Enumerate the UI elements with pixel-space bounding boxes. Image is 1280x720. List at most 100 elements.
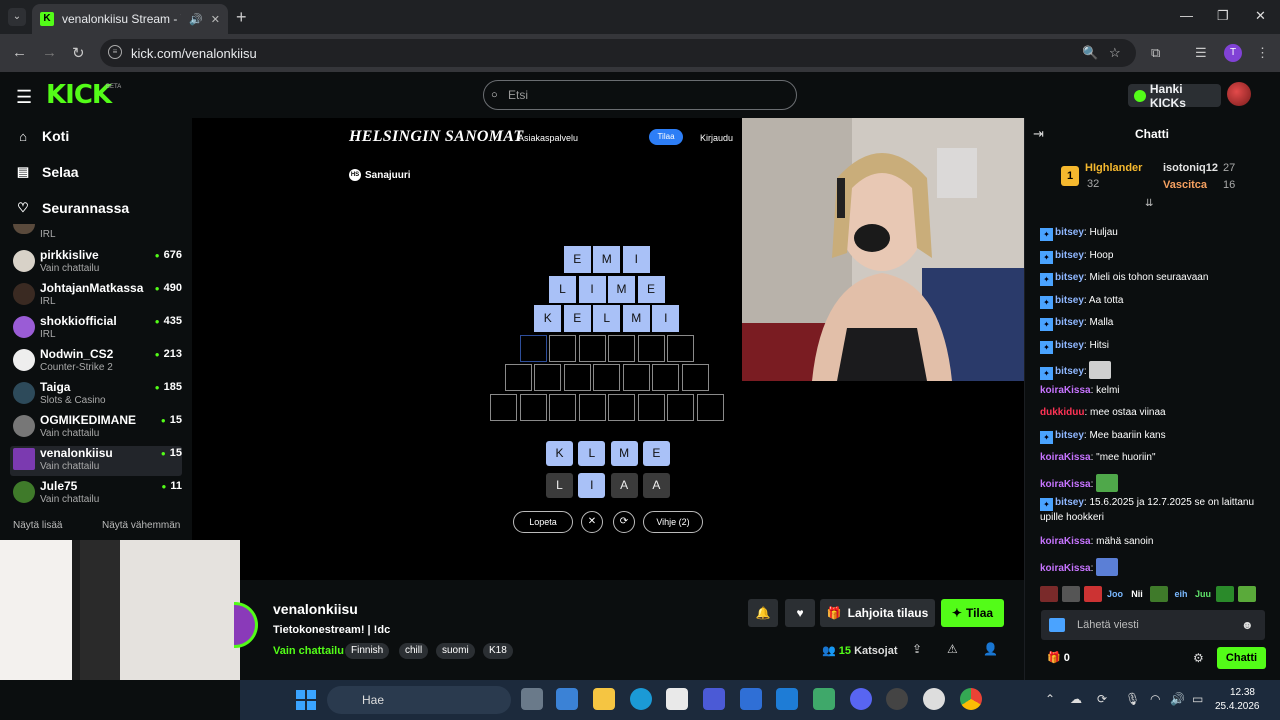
tab-search-icon[interactable]: ⌄	[8, 8, 26, 26]
zoom-icon[interactable]: 🔍	[1082, 45, 1098, 61]
stream-category[interactable]: Vain chattailu	[273, 645, 344, 657]
points-display[interactable]: 🎁 0	[1047, 651, 1070, 664]
reading-list-icon[interactable]: ☰	[1195, 45, 1207, 61]
emote-button[interactable]	[1150, 586, 1168, 602]
site-info-icon[interactable]: ≡	[108, 45, 122, 59]
emote-button[interactable]	[1216, 586, 1234, 602]
sidebar-item-seurannassa[interactable]: ♡ Seurannassa	[16, 200, 129, 216]
chat-username[interactable]: koiraKissa	[1040, 536, 1091, 547]
chat-username[interactable]: koiraKissa	[1040, 385, 1091, 396]
collapse-chat-icon[interactable]: ⇥	[1033, 126, 1044, 142]
streamer-avatar[interactable]	[234, 602, 258, 648]
wifi-icon[interactable]: ◠	[1150, 692, 1160, 706]
store-icon[interactable]	[666, 688, 688, 710]
hanki-kicks-button[interactable]: Hanki KICKs	[1128, 82, 1221, 110]
sidebar-channel[interactable]: JohtajanMatkassaIRL 490	[10, 281, 182, 311]
forward-icon[interactable]: →	[42, 44, 57, 61]
profile-avatar[interactable]: T	[1224, 44, 1242, 62]
streamer-name[interactable]: venalonkiisu	[273, 601, 358, 617]
extensions-icon[interactable]: ⧉	[1151, 45, 1160, 61]
tab-close-icon[interactable]: ✕	[211, 13, 220, 26]
emote-button[interactable]: eih	[1172, 586, 1190, 602]
sidebar-channel[interactable]: shokkiofficialIRL 435	[10, 314, 182, 344]
sidebar-channel[interactable]: TaigaSlots & Casino 185	[10, 380, 182, 410]
sidebar-channel[interactable]: OGMIKEDIMANEVain chattailu 15	[10, 413, 182, 443]
speaker-icon[interactable]: 🔊	[189, 13, 203, 26]
emote-button[interactable]	[1062, 586, 1080, 602]
maximize-icon[interactable]: ❐	[1217, 8, 1229, 24]
notification-bell-icon[interactable]: 🔔	[748, 599, 778, 627]
user-options-icon[interactable]: 👤	[983, 642, 998, 656]
send-chat-button[interactable]: Chatti	[1217, 647, 1266, 669]
url-field[interactable]: kick.com/venalonkiisu	[100, 39, 1136, 67]
widgets-icon[interactable]	[556, 688, 578, 710]
windows-start-icon[interactable]	[296, 690, 316, 710]
top-gifter-name[interactable]: HIghlander	[1085, 162, 1142, 174]
clock[interactable]: 12.38 25.4.2026	[1215, 686, 1260, 714]
emote-button[interactable]	[1238, 586, 1256, 602]
top-gifter-name[interactable]: Vascitca	[1163, 179, 1207, 191]
show-less-link[interactable]: Näytä vähemmän	[102, 520, 180, 531]
notepad-icon[interactable]	[813, 688, 835, 710]
volume-icon[interactable]: 🔊	[1170, 692, 1185, 706]
chat-username[interactable]: bitsey	[1055, 340, 1084, 351]
emote-button[interactable]: Juu	[1194, 586, 1212, 602]
user-avatar[interactable]	[1227, 82, 1251, 106]
microphone-icon[interactable]: 🎙	[1125, 692, 1140, 706]
emote-button[interactable]	[1084, 586, 1102, 602]
bookmark-star-icon[interactable]: ☆	[1109, 45, 1121, 61]
reload-icon[interactable]: ↻	[72, 44, 85, 62]
back-icon[interactable]: ←	[12, 44, 27, 61]
chat-username[interactable]: bitsey	[1055, 250, 1084, 261]
discord-icon[interactable]	[850, 688, 872, 710]
emoji-picker-icon[interactable]: ☻	[1241, 618, 1254, 632]
emote-button[interactable]	[1040, 586, 1058, 602]
tray-cloud-icon[interactable]: ☁	[1070, 692, 1082, 706]
app-icon[interactable]	[923, 688, 945, 710]
chrome-icon[interactable]	[960, 688, 982, 710]
sidebar-item-koti[interactable]: ⌂ Koti	[16, 128, 69, 144]
new-tab-button[interactable]: +	[236, 8, 247, 26]
photos-icon[interactable]	[740, 688, 762, 710]
chat-username[interactable]: bitsey	[1055, 272, 1084, 283]
chat-input[interactable]: Lähetä viesti	[1041, 610, 1265, 640]
chat-username[interactable]: koiraKissa	[1040, 479, 1091, 490]
search-input[interactable]: Etsi	[483, 80, 797, 110]
chat-username[interactable]: bitsey	[1055, 317, 1084, 328]
active-tab[interactable]: K venalonkiisu Stream - Watch 🔊 ✕	[32, 4, 228, 34]
chat-username[interactable]: bitsey	[1055, 430, 1084, 441]
tag-chip[interactable]: K18	[483, 643, 513, 659]
chat-username[interactable]: bitsey	[1055, 227, 1084, 238]
sidebar-channel[interactable]: pirkkisliveVain chattailu 676	[10, 248, 182, 278]
teams-icon[interactable]	[703, 688, 725, 710]
tag-chip[interactable]: Finnish	[345, 643, 390, 659]
sidebar-channel[interactable]: Jule75Vain chattailu 11	[10, 479, 182, 509]
sidebar-channel-selected[interactable]: venalonkiisuVain chattailu 15	[10, 446, 182, 476]
chat-username[interactable]: bitsey	[1055, 295, 1084, 306]
report-warning-icon[interactable]: ⚠	[947, 642, 958, 656]
subscribe-button[interactable]: ✦ Tilaa	[941, 599, 1004, 627]
edge-icon[interactable]	[630, 688, 652, 710]
file-explorer-icon[interactable]	[593, 688, 615, 710]
outlook-icon[interactable]	[776, 688, 798, 710]
kick-logo[interactable]: KICK	[46, 80, 112, 110]
scroll-down-icon[interactable]: ⇊	[1145, 198, 1153, 209]
sidebar-channel[interactable]: Nodwin_CS2Counter-Strike 2 213	[10, 347, 182, 377]
emote-button[interactable]: Nii	[1128, 586, 1146, 602]
tag-chip[interactable]: suomi	[436, 643, 475, 659]
battery-icon[interactable]: ▭	[1192, 692, 1203, 706]
chat-settings-icon[interactable]: ⚙	[1193, 651, 1204, 665]
obs-icon[interactable]	[886, 688, 908, 710]
emote-button[interactable]: Joo	[1106, 586, 1124, 602]
sidebar-item-selaa[interactable]: ▤ Selaa	[16, 164, 79, 180]
top-gifter-name[interactable]: isotoniq12	[1163, 162, 1218, 174]
show-more-link[interactable]: Näytä lisää	[13, 520, 62, 531]
minimize-icon[interactable]: —	[1180, 8, 1193, 23]
tray-sync-icon[interactable]: ⟳	[1097, 692, 1107, 706]
window-close-icon[interactable]: ✕	[1255, 8, 1266, 24]
chat-username[interactable]: koiraKissa	[1040, 563, 1091, 574]
chat-username[interactable]: dukkiduu	[1040, 407, 1084, 418]
share-icon[interactable]: ⇪	[912, 642, 922, 656]
chat-username[interactable]: bitsey	[1055, 366, 1084, 377]
chat-username[interactable]: koiraKissa	[1040, 452, 1091, 463]
